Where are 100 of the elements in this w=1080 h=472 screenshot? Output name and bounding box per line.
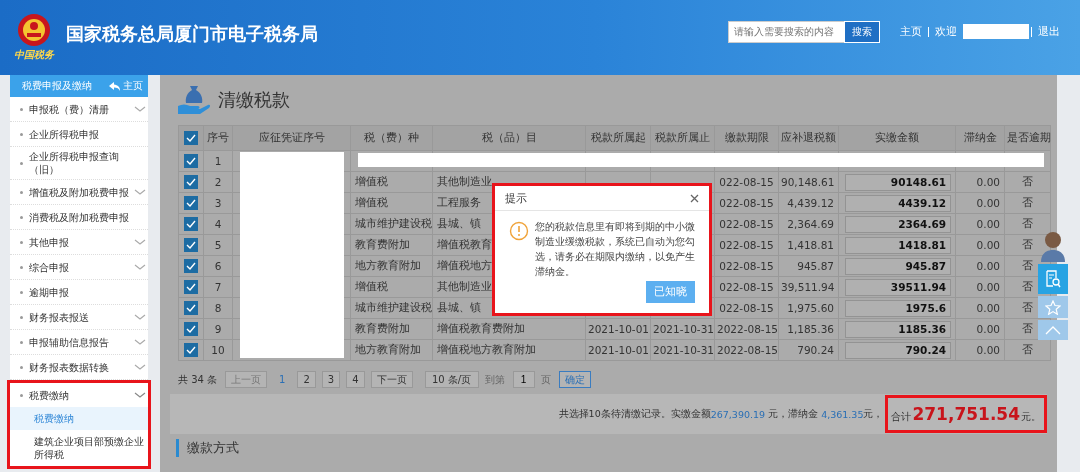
- amount-field[interactable]: 1975.6: [845, 299, 951, 317]
- checkbox[interactable]: [184, 259, 198, 273]
- star-icon: [1045, 299, 1061, 315]
- table-cell: 否: [1022, 217, 1033, 229]
- table-cell: 工程服务: [437, 196, 481, 208]
- sidebar-item[interactable]: 申报辅助信息报告: [10, 330, 148, 354]
- checkbox[interactable]: [184, 238, 198, 252]
- check-icon: [186, 220, 196, 228]
- table-cell: 否: [1022, 259, 1033, 271]
- table-cell: 945.87: [797, 260, 834, 272]
- sidebar-item[interactable]: 其他申报: [10, 230, 148, 254]
- checkbox[interactable]: [184, 175, 198, 189]
- table-cell: 022-08-15: [719, 218, 774, 230]
- checkbox[interactable]: [184, 131, 198, 145]
- table-cell: 1: [214, 155, 222, 167]
- checkbox[interactable]: [184, 196, 198, 210]
- column-header: 序号: [207, 131, 229, 143]
- amount-field[interactable]: 1418.81: [845, 236, 951, 254]
- sidebar-item[interactable]: 消费税及附加税费申报: [10, 205, 148, 229]
- money-bag-icon: [176, 84, 212, 116]
- check-icon: [186, 283, 196, 291]
- amount-field[interactable]: 2364.69: [845, 215, 951, 233]
- sidebar-subitem[interactable]: 建筑企业项目部预缴企业所得税: [10, 430, 148, 466]
- page-number[interactable]: 4: [346, 371, 365, 388]
- checkbox[interactable]: [184, 301, 198, 315]
- table-cell: 10: [211, 344, 225, 356]
- table-cell: 6: [214, 260, 222, 272]
- table-cell: 城市维护建设税: [355, 301, 432, 313]
- table-cell: 0.00: [976, 218, 1000, 230]
- page-size-select[interactable]: 10 条/页: [424, 371, 479, 388]
- table-cell: 2022-08-15: [717, 323, 779, 335]
- search-button[interactable]: 搜索: [844, 20, 880, 43]
- checkbox[interactable]: [184, 322, 198, 336]
- sidebar-item[interactable]: 财务报表数据转换: [10, 355, 148, 379]
- table-cell: 县城、镇: [437, 301, 481, 313]
- amount-field[interactable]: 39511.94: [845, 278, 951, 296]
- search-field[interactable]: 请输入需要搜索的内容: [728, 20, 844, 43]
- table-cell: 1,418.81: [787, 239, 834, 251]
- table-cell: 其他制造业: [437, 280, 492, 292]
- sidebar-item[interactable]: 综合申报: [10, 255, 148, 279]
- checkbox[interactable]: [184, 280, 198, 294]
- table-cell: 县城、镇: [437, 217, 481, 229]
- summary-text: 元，滞纳金: [767, 407, 820, 421]
- emblem-icon: [17, 13, 51, 47]
- checkbox[interactable]: [184, 343, 198, 357]
- check-icon: [186, 157, 196, 165]
- table-cell: 0.00: [976, 176, 1000, 188]
- sidebar-item[interactable]: 申报税（费）清册: [10, 97, 148, 121]
- sidebar-item[interactable]: 税费缴纳: [10, 383, 148, 407]
- summary-text: 共选择10条待清缴记录。实缴金额: [558, 407, 711, 421]
- table-cell: 否: [1022, 280, 1033, 292]
- check-icon: [186, 178, 196, 186]
- document-search-icon: [1045, 270, 1061, 288]
- table-cell: 否: [1022, 196, 1033, 208]
- page-button[interactable]: 下一页: [370, 371, 413, 388]
- table-cell: 0.00: [976, 197, 1000, 209]
- table-cell: 022-08-15: [719, 239, 774, 251]
- table-cell: 0.00: [976, 260, 1000, 272]
- amount-field[interactable]: 945.87: [845, 257, 951, 275]
- total-unit: 元。: [1021, 411, 1041, 424]
- sidebar-item[interactable]: 企业所得税申报: [10, 122, 148, 146]
- table-cell: 2021-10-01: [588, 344, 650, 356]
- table-cell: 0.00: [976, 302, 1000, 314]
- check-icon: [186, 134, 196, 142]
- amount-field[interactable]: 790.24: [845, 341, 951, 359]
- checkbox[interactable]: [184, 217, 198, 231]
- column-header: 实缴金额: [875, 131, 919, 143]
- sidebar-item[interactable]: 增值税及附加税费申报: [10, 180, 148, 204]
- table-cell: 2021-10-31: [653, 323, 715, 335]
- page-input[interactable]: 1: [512, 371, 535, 388]
- amount-field[interactable]: 4439.12: [845, 194, 951, 212]
- sidebar-item[interactable]: 企业所得税申报查询（旧）: [10, 147, 148, 179]
- sidebar-item[interactable]: 财务报表报送: [10, 305, 148, 329]
- sidebar-subitem[interactable]: 税费缴纳: [10, 407, 148, 430]
- table-cell: 022-08-15: [719, 302, 774, 314]
- close-icon: [690, 193, 699, 203]
- check-icon: [186, 262, 196, 270]
- dialog-title: 提示: [505, 190, 527, 206]
- page-number[interactable]: 2: [297, 371, 316, 388]
- table-cell: 否: [1022, 322, 1033, 334]
- page-number[interactable]: 3: [321, 371, 341, 388]
- table-cell: 2022-08-15: [717, 344, 779, 356]
- check-icon: [186, 346, 196, 354]
- table-cell: 增值税地方教育附加: [437, 343, 536, 355]
- table-cell: 90,148.61: [781, 176, 835, 188]
- table-cell: 9: [214, 323, 222, 335]
- sidebar-item[interactable]: 逾期申报: [10, 280, 148, 304]
- column-header: 是否逾期: [1007, 131, 1051, 143]
- table-cell: 7: [214, 281, 222, 293]
- checkbox[interactable]: [184, 154, 198, 168]
- amount-field[interactable]: 1185.36: [845, 320, 951, 338]
- record-count: 共 34 条: [178, 372, 218, 387]
- warning-icon: [509, 221, 529, 241]
- table-cell: 2021-10-01: [588, 323, 650, 335]
- total-amount: 271,751.54: [912, 404, 1020, 424]
- site-title: 国家税务总局厦门市电子税务局: [66, 21, 318, 46]
- sidebar-title: 税费申报及缴纳: [22, 79, 92, 93]
- amount-field[interactable]: 90148.61: [845, 173, 951, 191]
- table-cell: 增值税地方: [437, 259, 492, 271]
- table-cell: 否: [1022, 343, 1033, 355]
